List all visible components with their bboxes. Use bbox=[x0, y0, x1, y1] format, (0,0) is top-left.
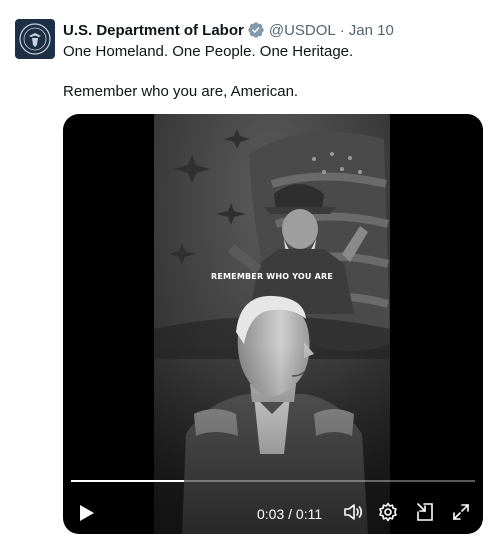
tweet-text-line-1: One Homeland. One People. One Heritage. bbox=[63, 43, 354, 60]
fullscreen-icon[interactable] bbox=[450, 501, 472, 523]
post-date[interactable]: Jan 10 bbox=[349, 22, 394, 39]
gear-icon[interactable] bbox=[377, 501, 399, 523]
dol-seal-icon bbox=[19, 23, 51, 55]
display-name[interactable]: U.S. Department of Labor bbox=[63, 22, 244, 39]
dock-icon[interactable] bbox=[414, 501, 436, 523]
user-handle[interactable]: @USDOL bbox=[269, 22, 336, 39]
progress-bar[interactable] bbox=[71, 480, 475, 482]
video-overlay-caption: REMEMBER WHO YOU ARE bbox=[210, 272, 334, 281]
video-still-image bbox=[154, 114, 390, 534]
video-frame: REMEMBER WHO YOU ARE bbox=[154, 114, 390, 534]
separator-dot: · bbox=[339, 21, 345, 39]
play-icon[interactable] bbox=[75, 502, 97, 524]
video-duration: 0:11 bbox=[295, 506, 323, 522]
volume-icon[interactable] bbox=[342, 501, 364, 523]
progress-bar-fill bbox=[71, 480, 185, 482]
video-controls: 0:03 / 0:11 bbox=[63, 490, 483, 534]
tweet-header: U.S. Department of Labor @USDOL · Jan 10 bbox=[63, 20, 394, 40]
tweet-text: One Homeland. One People. One Heritage. … bbox=[63, 42, 483, 102]
avatar[interactable] bbox=[15, 19, 55, 59]
verified-badge-icon bbox=[248, 22, 264, 38]
tweet-text-line-2: Remember who you are, American. bbox=[63, 83, 299, 100]
video-player[interactable]: REMEMBER WHO YOU ARE 0:03 / 0:11 bbox=[63, 114, 483, 534]
video-time: 0:03 / 0:11 bbox=[257, 506, 322, 522]
time-separator: / bbox=[284, 506, 296, 522]
current-time: 0:03 bbox=[257, 506, 285, 522]
